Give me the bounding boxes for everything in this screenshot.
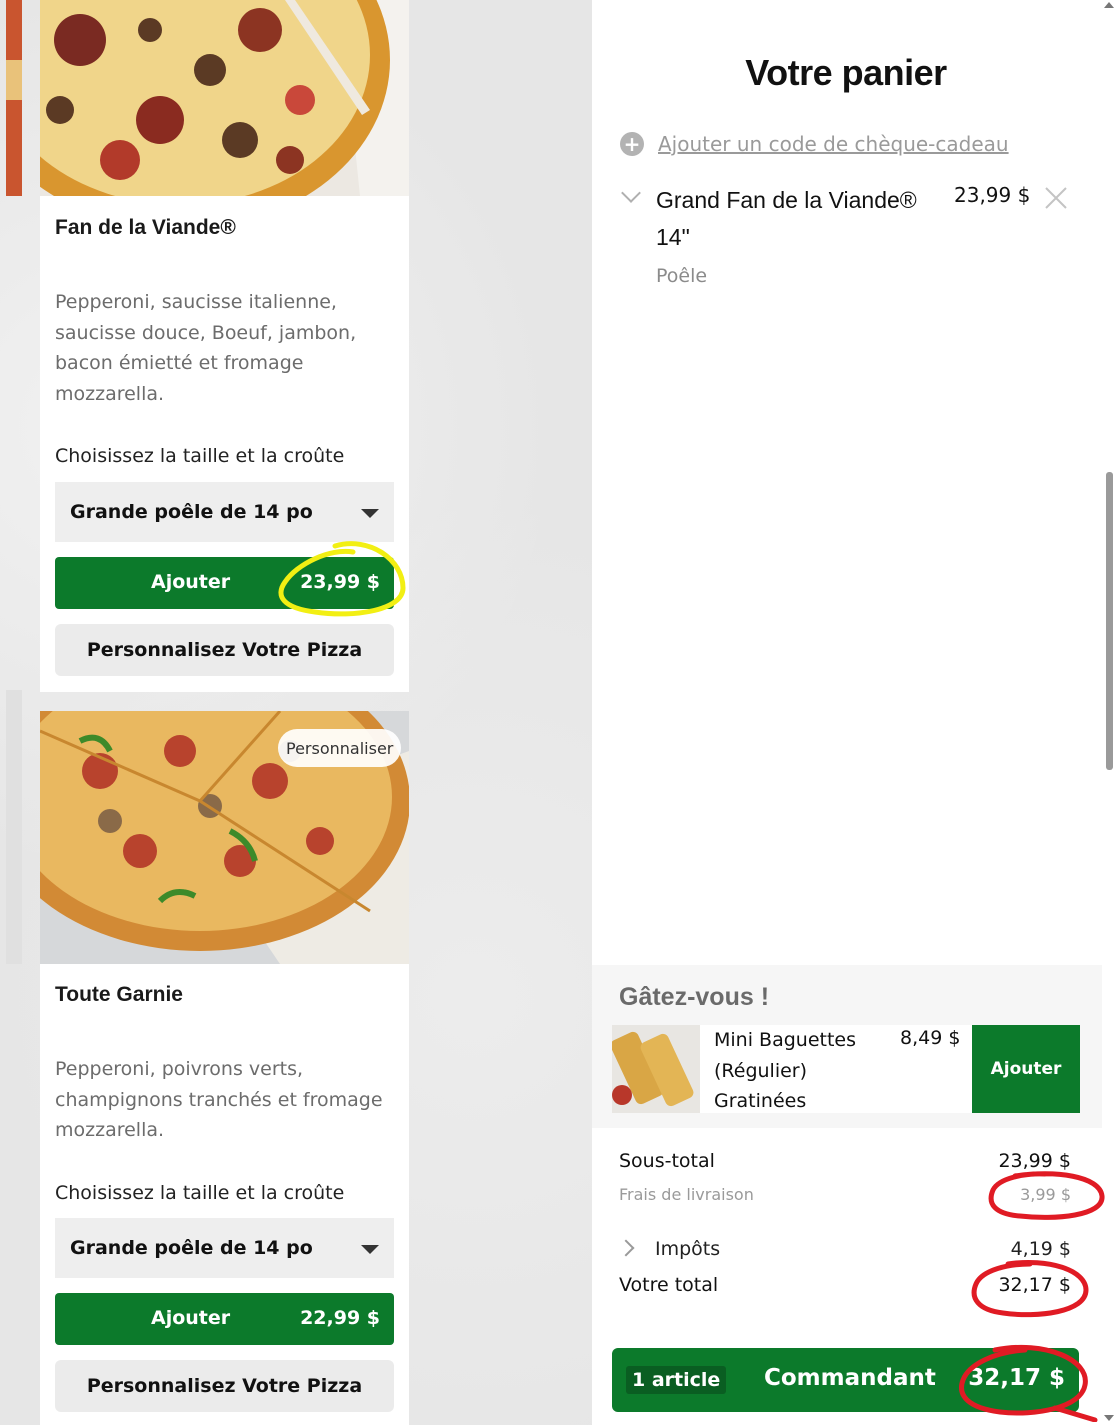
delivery-value: 3,99 $: [1020, 1185, 1071, 1204]
cart-item-crust: Poêle: [656, 265, 708, 287]
pizza-title: Fan de la Viande®: [55, 216, 236, 239]
caret-down-icon: [361, 509, 379, 518]
add-button-price: 23,99 $: [300, 571, 380, 593]
upsell-section: Gâtez-vous ! Mini Baguettes (Régulier) G…: [592, 965, 1102, 1128]
size-crust-value: Grande poêle de 14 po: [70, 501, 313, 523]
cart-title: Votre panier: [745, 52, 947, 93]
plus-circle-icon[interactable]: +: [620, 132, 644, 156]
subtotal-value: 23,99 $: [998, 1150, 1071, 1172]
upsell-price: 8,49 $: [900, 1027, 961, 1049]
caret-down-icon: [361, 1245, 379, 1254]
pizza-description: Pepperoni, poivrons verts, champignons t…: [55, 1058, 383, 1141]
chevron-down-icon[interactable]: [621, 183, 641, 203]
adjacent-card-edge: [6, 690, 22, 964]
checkout-label: Commandant: [764, 1365, 936, 1391]
adjacent-card-edge: [6, 0, 22, 196]
add-button-label: Ajouter: [151, 1307, 231, 1329]
baguette-image: [610, 1025, 700, 1113]
customize-pizza-button[interactable]: Personnalisez Votre Pizza: [55, 1360, 394, 1412]
total-value: 32,17 $: [998, 1274, 1071, 1296]
add-button-price: 22,99 $: [300, 1307, 380, 1329]
gift-code-row: + Ajouter un code de chèque-cadeau: [620, 132, 1009, 156]
scrollbar-thumb[interactable]: [1106, 472, 1113, 770]
close-icon[interactable]: [1044, 186, 1068, 210]
pizza-title: Toute Garnie: [55, 983, 183, 1006]
add-to-cart-button[interactable]: Ajouter 22,99 $: [55, 1293, 394, 1345]
chevron-right-icon[interactable]: [617, 1239, 635, 1257]
pizza-description: Pepperoni, saucisse italienne, saucisse …: [55, 291, 357, 405]
pizza-image[interactable]: Personnaliser: [40, 711, 409, 964]
size-crust-value: Grande poêle de 14 po: [70, 1237, 313, 1259]
customize-badge[interactable]: Personnaliser: [278, 729, 402, 767]
taxes-label: Impôts: [655, 1238, 721, 1260]
checkout-button[interactable]: 1 article Commandant 32,17 $: [612, 1348, 1079, 1412]
menu-card-fan-de-la-viande: Fan de la Viande® Pepperoni, saucisse it…: [40, 0, 409, 692]
cart-item-price: 23,99 $: [954, 183, 1031, 207]
upsell-title: Gâtez-vous !: [619, 983, 770, 1011]
subtotal-label: Sous-total: [619, 1150, 715, 1172]
checkout-total: 32,17 $: [968, 1365, 1065, 1391]
add-button-label: Ajouter: [151, 571, 231, 593]
taxes-value: 4,19 $: [1010, 1238, 1071, 1260]
menu-list: Fan de la Viande® Pepperoni, saucisse it…: [0, 0, 592, 1425]
pizza-image[interactable]: [40, 0, 409, 196]
cart-panel: Votre panier + Ajouter un code de chèque…: [592, 0, 1114, 1425]
size-crust-select[interactable]: Grande poêle de 14 po: [55, 1218, 394, 1278]
upsell-name: Mini Baguettes (Régulier) Gratinées: [714, 1029, 856, 1112]
menu-card-toute-garnie: Personnaliser Toute Garnie Pepperoni, po…: [40, 711, 409, 1425]
scroll-up-arrow-icon[interactable]: [1104, 2, 1114, 8]
delivery-label: Frais de livraison: [619, 1185, 754, 1204]
total-label: Votre total: [619, 1274, 719, 1296]
scroll-down-arrow-icon[interactable]: [1104, 1415, 1114, 1421]
upsell-add-button[interactable]: Ajouter: [972, 1025, 1080, 1113]
add-to-cart-button[interactable]: Ajouter 23,99 $: [55, 557, 394, 609]
size-crust-select[interactable]: Grande poêle de 14 po: [55, 482, 394, 542]
item-count-badge: 1 article: [626, 1366, 727, 1394]
choose-size-label: Choisissez la taille et la croûte: [55, 1182, 345, 1204]
upsell-card: Mini Baguettes (Régulier) Gratinées 8,49…: [610, 1025, 1080, 1113]
choose-size-label: Choisissez la taille et la croûte: [55, 445, 345, 467]
gift-code-link[interactable]: Ajouter un code de chèque-cadeau: [658, 132, 1009, 156]
customize-pizza-button[interactable]: Personnalisez Votre Pizza: [55, 624, 394, 676]
cart-item-name: Grand Fan de la Viande® 14": [656, 187, 917, 250]
